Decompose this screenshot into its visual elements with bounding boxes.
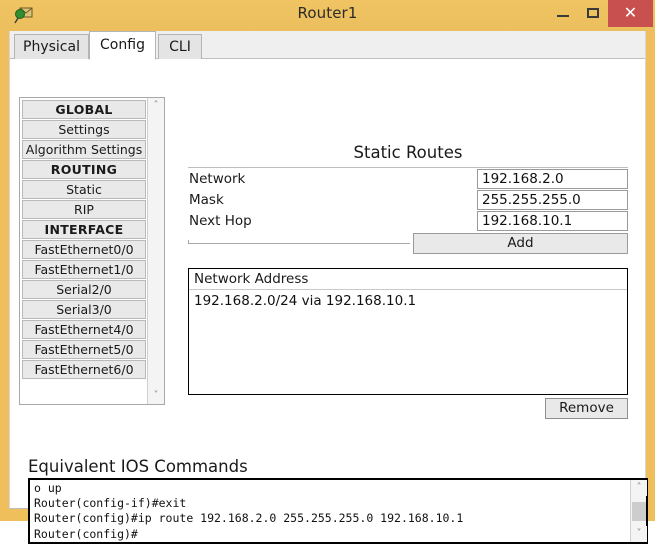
router-config-window: Router1 ✕ Physical Config CLI GLOBAL Set… (0, 0, 655, 544)
maximize-button[interactable] (578, 0, 608, 27)
ios-commands-title: Equivalent IOS Commands (28, 457, 248, 476)
mask-label: Mask (189, 192, 224, 208)
next-hop-input[interactable] (477, 211, 628, 231)
sidebar-item-interface: INTERFACE (22, 220, 146, 239)
close-button[interactable]: ✕ (608, 0, 653, 27)
network-input[interactable] (477, 169, 628, 189)
maximize-icon (587, 8, 599, 18)
window-client-area: Physical Config CLI GLOBAL Settings Algo… (9, 31, 648, 544)
tab-cli[interactable]: CLI (158, 34, 202, 59)
list-item[interactable]: 192.168.2.0/24 via 192.168.10.1 (194, 293, 416, 309)
sidebar-item-settings[interactable]: Settings (22, 120, 146, 139)
sidebar-item-fastethernet0-0[interactable]: FastEthernet0/0 (22, 240, 146, 259)
mask-input[interactable] (477, 190, 628, 210)
scrollbar-thumb[interactable] (632, 502, 646, 521)
config-tree-panel: GLOBAL Settings Algorithm Settings ROUTI… (19, 97, 165, 405)
tab-config[interactable]: Config (89, 31, 156, 60)
ios-console-scrollbar[interactable]: ˄ ˅ (630, 480, 647, 542)
config-panel: GLOBAL Settings Algorithm Settings ROUTI… (10, 59, 648, 544)
sidebar-item-rip[interactable]: RIP (22, 200, 146, 219)
config-tree-list: GLOBAL Settings Algorithm Settings ROUTI… (21, 99, 147, 403)
route-list-header: Network Address (189, 269, 627, 290)
minimize-button[interactable] (548, 0, 578, 27)
tab-strip: Physical Config CLI (10, 31, 645, 60)
minimize-icon (557, 15, 569, 17)
remove-route-button[interactable]: Remove (545, 398, 628, 419)
scroll-up-icon[interactable]: ˄ (631, 480, 647, 496)
sidebar-item-fastethernet5-0[interactable]: FastEthernet5/0 (22, 340, 146, 359)
scroll-down-icon[interactable]: ˅ (631, 526, 647, 542)
sidebar-item-algorithm-settings[interactable]: Algorithm Settings (22, 140, 146, 159)
sidebar-item-fastethernet4-0[interactable]: FastEthernet4/0 (22, 320, 146, 339)
sidebar-item-fastethernet1-0[interactable]: FastEthernet1/0 (22, 260, 146, 279)
scroll-up-icon[interactable]: ˄ (148, 98, 164, 114)
sidebar-item-fastethernet6-0[interactable]: FastEthernet6/0 (22, 360, 146, 379)
sidebar-item-global: GLOBAL (22, 100, 146, 119)
close-icon: ✕ (623, 3, 638, 22)
sidebar-item-static[interactable]: Static (22, 180, 146, 199)
sidebar-item-routing: ROUTING (22, 160, 146, 179)
tab-physical[interactable]: Physical (14, 34, 89, 59)
route-list[interactable]: Network Address 192.168.2.0/24 via 192.1… (188, 268, 628, 395)
sidebar-item-serial2-0[interactable]: Serial2/0 (22, 280, 146, 299)
scroll-down-icon[interactable]: ˅ (148, 388, 164, 404)
next-hop-label: Next Hop (189, 213, 252, 229)
config-tree-scrollbar[interactable]: ˄ ˅ (147, 98, 164, 404)
sidebar-item-serial3-0[interactable]: Serial3/0 (22, 300, 146, 319)
add-route-button[interactable]: Add (413, 233, 628, 254)
title-divider (188, 167, 628, 168)
window-titlebar[interactable]: Router1 ✕ (0, 0, 655, 31)
form-divider (188, 243, 410, 244)
network-label: Network (189, 171, 246, 187)
ios-commands-text: o up Router(config-if)#exit Router(confi… (34, 481, 464, 541)
page-title: Static Routes (353, 143, 463, 162)
ios-commands-console[interactable]: o up Router(config-if)#exit Router(confi… (28, 478, 648, 544)
